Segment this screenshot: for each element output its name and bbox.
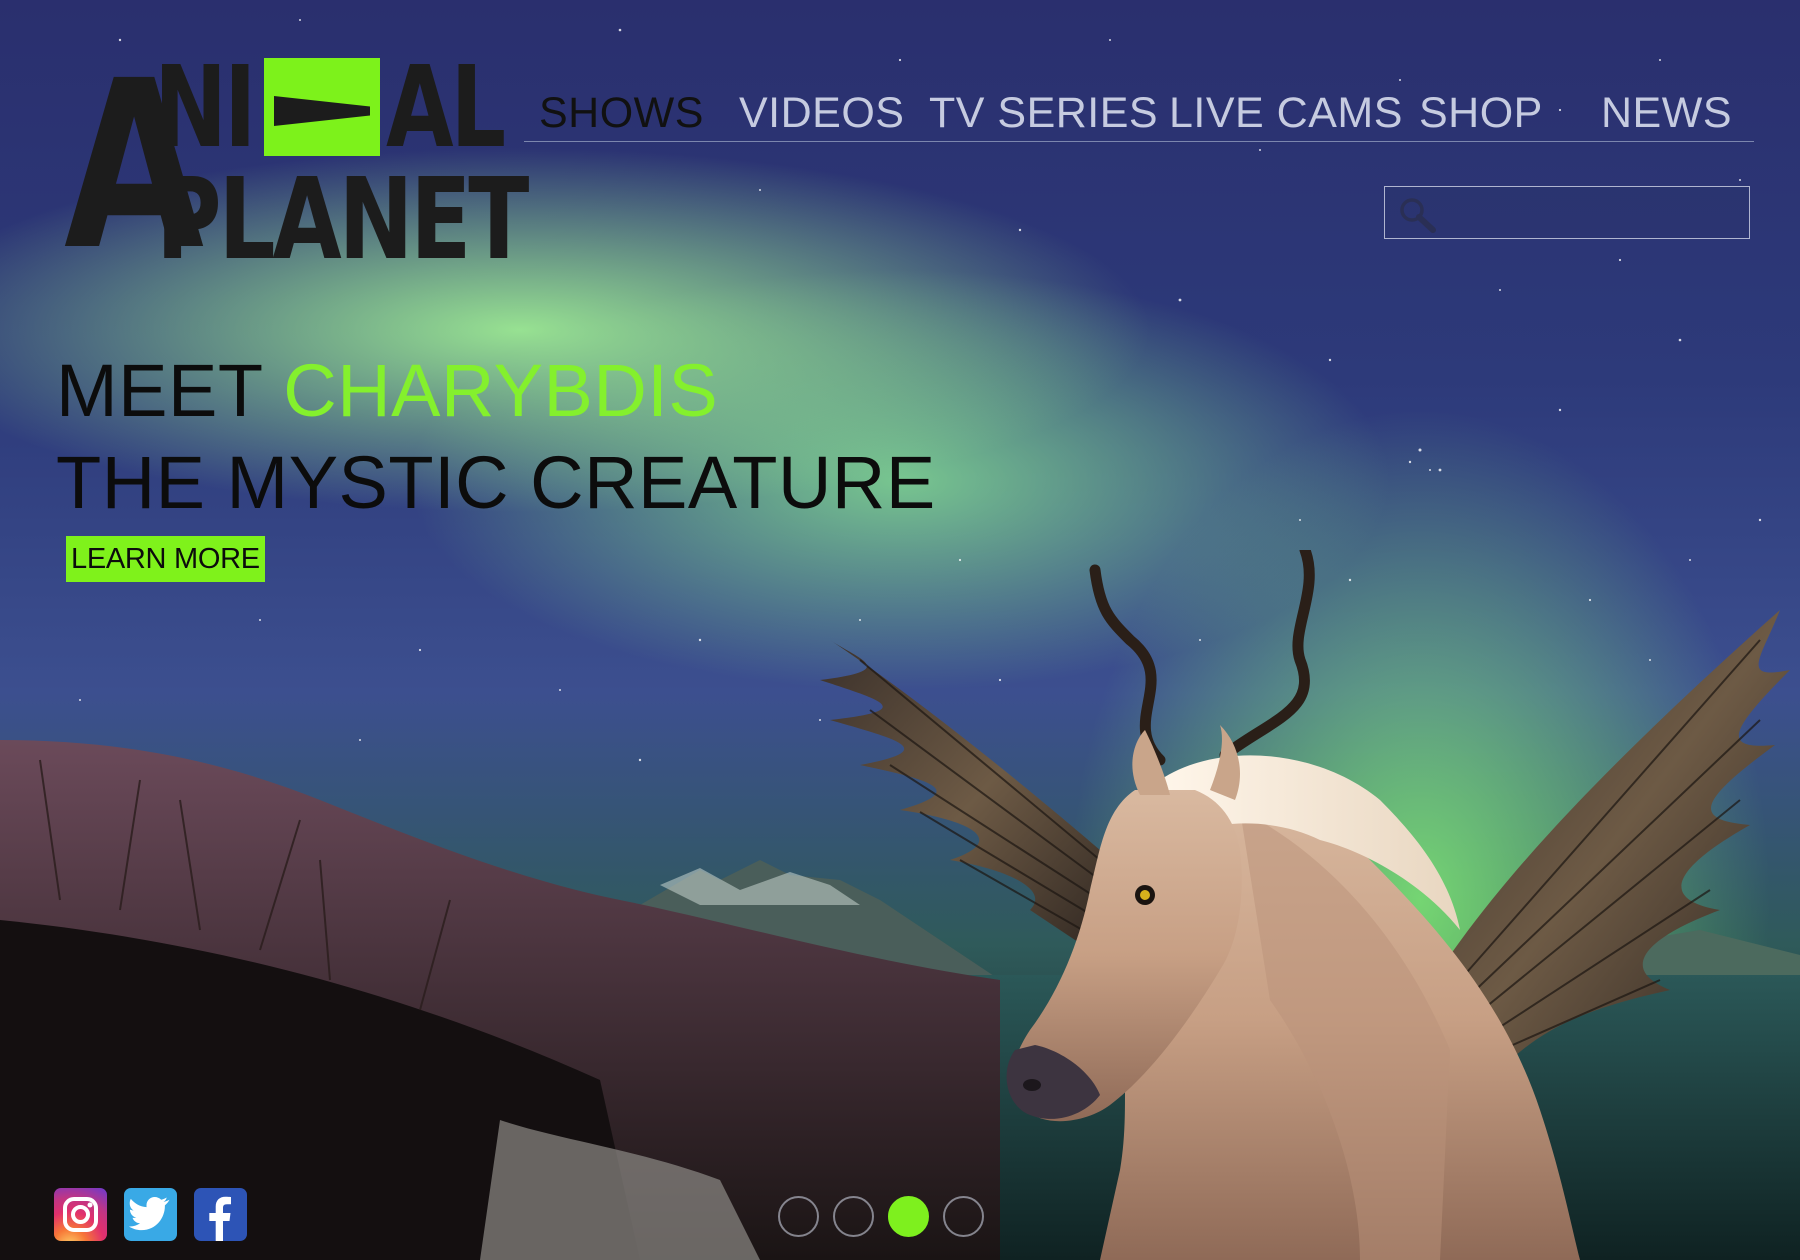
carousel-dot-4[interactable] (943, 1196, 984, 1237)
logo-row-animal: NI AL (154, 43, 536, 173)
logo-ni-text: NI (154, 43, 256, 173)
carousel-dot-2[interactable] (833, 1196, 874, 1237)
nav-videos[interactable]: VIDEOS (724, 86, 919, 140)
horns (1089, 550, 1315, 766)
carousel-dot-3-active[interactable] (888, 1196, 929, 1237)
headline-creature-name: CHARYBDIS (283, 349, 719, 432)
nav-news[interactable]: NEWS (1589, 86, 1739, 140)
main-nav: SHOWS VIDEOS TV SERIES LIVE CAMS SHOP NE… (524, 86, 1754, 142)
search-icon[interactable] (1397, 196, 1439, 234)
twitter-icon[interactable] (124, 1188, 177, 1241)
logo-al-text: AL (386, 43, 506, 173)
instagram-icon[interactable] (54, 1188, 107, 1241)
nav-shop[interactable]: SHOP (1419, 86, 1589, 140)
search-input[interactable] (1445, 193, 1741, 233)
left-wing (820, 640, 1120, 970)
right-wing (1440, 610, 1790, 1070)
nav-shows[interactable]: SHOWS (524, 86, 724, 140)
nav-live-cams[interactable]: LIVE CAMS (1159, 86, 1419, 140)
social-links (54, 1188, 247, 1241)
facebook-icon[interactable] (194, 1188, 247, 1241)
carousel-dot-1[interactable] (778, 1196, 819, 1237)
headline-line-2: THE MYSTIC CREATURE (56, 441, 936, 524)
search-box[interactable] (1384, 186, 1750, 239)
carousel-dots (778, 1196, 984, 1237)
logo-planet-text: PLANET (156, 155, 529, 285)
winged-horse-image (820, 550, 1790, 1260)
hero-headline: MEET CHARYBDIS THE MYSTIC CREATURE (56, 345, 936, 529)
nav-tv-series[interactable]: TV SERIES (919, 86, 1159, 140)
logo-m-block (264, 58, 380, 156)
learn-more-button[interactable]: LEARN MORE (66, 536, 265, 582)
headline-meet: MEET (56, 349, 284, 432)
headline-line-1: MEET CHARYBDIS (56, 345, 936, 437)
animal-planet-logo[interactable]: A NI AL PLANET (64, 50, 529, 282)
